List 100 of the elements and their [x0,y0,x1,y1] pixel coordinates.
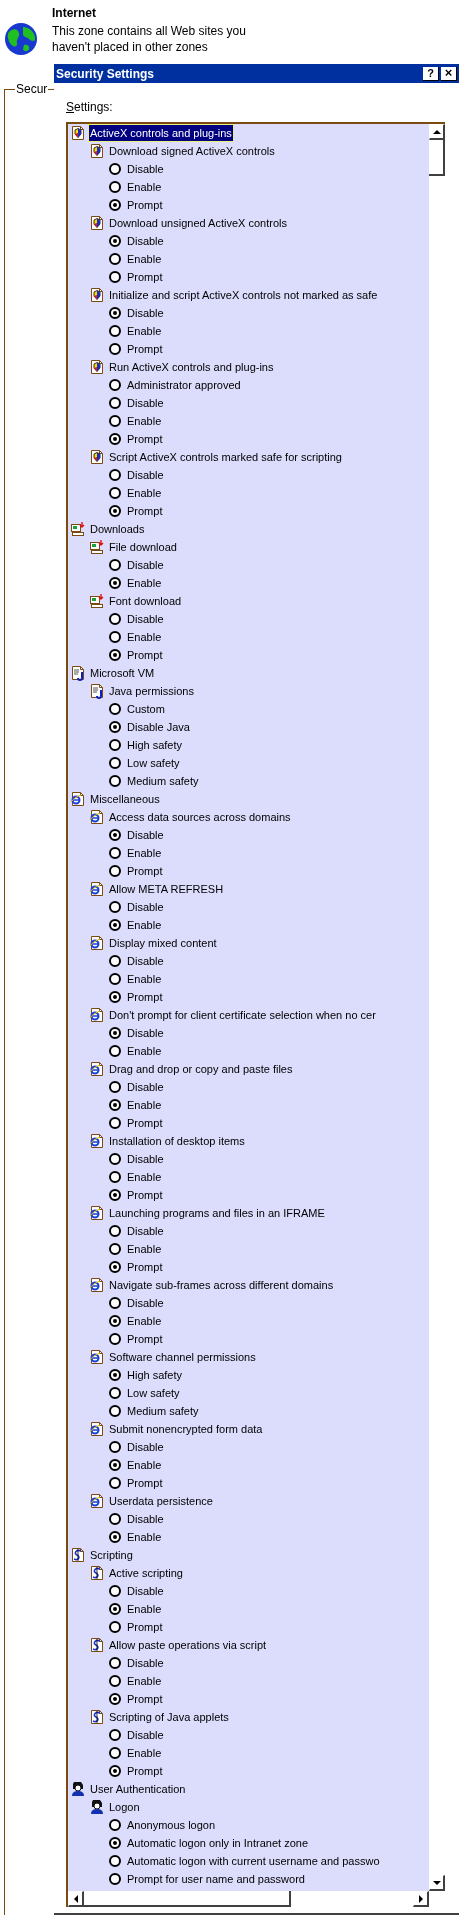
radio-button[interactable] [109,1585,121,1597]
radio-button[interactable] [109,1873,121,1885]
radio-button[interactable] [109,1459,121,1471]
scroll-left-button[interactable] [68,1891,84,1907]
setting-item[interactable]: Userdata persistence [108,1492,214,1510]
radio-button[interactable] [109,307,121,319]
setting-item[interactable]: File download [108,538,178,556]
category-item[interactable]: Microsoft VM [89,664,156,682]
setting-item[interactable]: Installation of desktop items [108,1132,246,1150]
radio-button[interactable] [109,1855,121,1867]
radio-button[interactable] [109,379,121,391]
radio-button[interactable] [109,505,121,517]
radio-button[interactable] [109,847,121,859]
radio-button[interactable] [109,1513,121,1525]
radio-button[interactable] [109,631,121,643]
setting-item[interactable]: Submit nonencrypted form data [108,1420,264,1438]
setting-item[interactable]: Download signed ActiveX controls [108,142,276,160]
setting-item[interactable]: Download unsigned ActiveX controls [108,214,288,232]
radio-button[interactable] [109,649,121,661]
radio-button[interactable] [109,1675,121,1687]
radio-button[interactable] [109,613,121,625]
scroll-thumb[interactable] [429,140,445,176]
setting-item[interactable]: Run ActiveX controls and plug-ins [108,358,275,376]
radio-button[interactable] [109,325,121,337]
radio-button[interactable] [109,973,121,985]
radio-button[interactable] [109,415,121,427]
radio-button[interactable] [109,1603,121,1615]
radio-button[interactable] [109,1747,121,1759]
radio-button[interactable] [109,1405,121,1417]
setting-item[interactable]: Display mixed content [108,934,218,952]
radio-button[interactable] [109,919,121,931]
radio-button[interactable] [109,757,121,769]
radio-button[interactable] [109,1621,121,1633]
radio-button[interactable] [109,901,121,913]
radio-button[interactable] [109,1693,121,1705]
category-item[interactable]: ActiveX controls and plug-ins [89,124,233,142]
category-item[interactable]: Miscellaneous [89,790,161,808]
radio-button[interactable] [109,721,121,733]
category-item[interactable]: Scripting [89,1546,134,1564]
radio-button[interactable] [109,1171,121,1183]
radio-button[interactable] [109,1027,121,1039]
setting-item[interactable]: Initialize and script ActiveX controls not marked as safe [108,286,379,304]
radio-button[interactable] [109,829,121,841]
scroll-thumb[interactable] [84,1891,291,1907]
radio-button[interactable] [109,1369,121,1381]
radio-button[interactable] [109,1729,121,1741]
radio-button[interactable] [109,955,121,967]
setting-item[interactable]: Allow META REFRESH [108,880,225,898]
radio-button[interactable] [109,577,121,589]
radio-button[interactable] [109,1045,121,1057]
vertical-scrollbar[interactable] [429,124,445,1891]
radio-button[interactable] [109,433,121,445]
radio-button[interactable] [109,1081,121,1093]
radio-button[interactable] [109,163,121,175]
radio-button[interactable] [109,703,121,715]
scroll-down-button[interactable] [429,1875,445,1891]
radio-button[interactable] [109,271,121,283]
radio-button[interactable] [109,397,121,409]
radio-button[interactable] [109,1477,121,1489]
setting-item[interactable]: Scripting of Java applets [108,1708,230,1726]
scroll-up-button[interactable] [429,124,445,140]
help-button[interactable]: ? [423,66,439,81]
horizontal-scrollbar[interactable] [68,1891,429,1907]
radio-button[interactable] [109,739,121,751]
radio-button[interactable] [109,1153,121,1165]
radio-button[interactable] [109,487,121,499]
close-button[interactable]: × [441,66,457,81]
radio-button[interactable] [109,1441,121,1453]
radio-button[interactable] [109,1837,121,1849]
radio-button[interactable] [109,343,121,355]
setting-item[interactable]: Navigate sub-frames across different domains [108,1276,335,1294]
radio-button[interactable] [109,991,121,1003]
category-item[interactable]: Downloads [89,520,146,538]
setting-item[interactable]: Logon [108,1798,141,1816]
radio-button[interactable] [109,1315,121,1327]
setting-item[interactable]: Allow paste operations via script [108,1636,268,1654]
radio-button[interactable] [109,775,121,787]
radio-button[interactable] [109,1531,121,1543]
radio-button[interactable] [109,1243,121,1255]
setting-item[interactable]: Font download [108,592,183,610]
radio-button[interactable] [109,1261,121,1273]
radio-button[interactable] [109,1333,121,1345]
radio-button[interactable] [109,865,121,877]
setting-item[interactable]: Java permissions [108,682,195,700]
category-item[interactable]: User Authentication [89,1780,187,1798]
radio-button[interactable] [109,469,121,481]
radio-button[interactable] [109,559,121,571]
setting-item[interactable]: Don't prompt for client certificate selection when no cer [108,1006,377,1024]
radio-button[interactable] [109,1297,121,1309]
radio-button[interactable] [109,181,121,193]
setting-item[interactable]: Active scripting [108,1564,184,1582]
radio-button[interactable] [109,199,121,211]
setting-item[interactable]: Launching programs and files in an IFRAME [108,1204,326,1222]
radio-button[interactable] [109,1765,121,1777]
setting-item[interactable]: Drag and drop or copy and paste files [108,1060,294,1078]
radio-button[interactable] [109,1225,121,1237]
setting-item[interactable]: Script ActiveX controls marked safe for scripting [108,448,343,466]
radio-button[interactable] [109,1099,121,1111]
radio-button[interactable] [109,253,121,265]
radio-button[interactable] [109,1657,121,1669]
